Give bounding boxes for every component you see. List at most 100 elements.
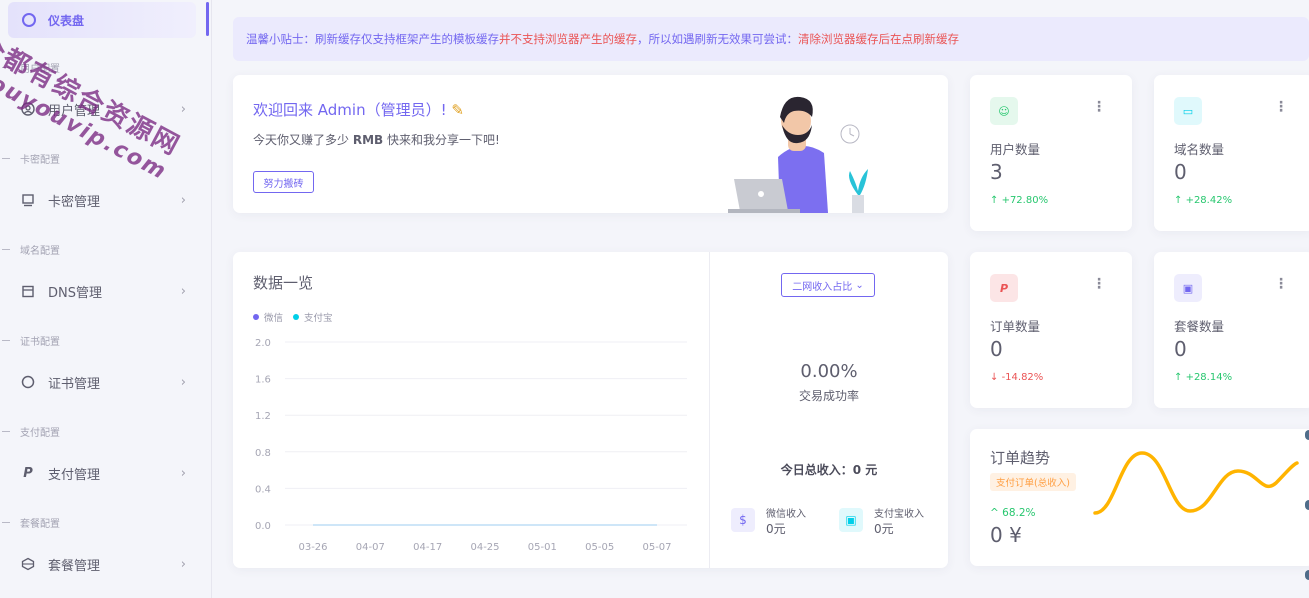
- x-tick-label: 04-17: [413, 542, 442, 553]
- home-icon: [22, 13, 36, 27]
- party-popper-icon: ✎: [451, 101, 464, 119]
- edge-indicator: [1305, 430, 1309, 440]
- section-cert-config: 证书配置: [0, 333, 60, 348]
- chevron-right-icon: ›: [180, 101, 186, 117]
- card-divider: [709, 252, 710, 568]
- x-tick-label: 04-25: [470, 542, 499, 553]
- wechat-income-value: 0元: [766, 522, 786, 536]
- income-ratio-dropdown[interactable]: 二网收入占比 ⌄: [781, 273, 875, 297]
- sidebar-item-dns-management[interactable]: DNS管理 ›: [20, 276, 190, 306]
- stat-card-users[interactable]: ☺ ⋮ 用户数量 3 ↑ +72.80%: [970, 75, 1132, 231]
- legend-label: 微信: [264, 313, 284, 324]
- alipay-income-value: 0元: [874, 522, 894, 536]
- developer-illustration: [728, 96, 868, 213]
- welcome-subtitle: 今天你又赚了多少 RMB 快来和我分享一下吧!: [253, 131, 500, 148]
- overview-title: 数据一览: [253, 274, 314, 292]
- trend-value: 0 ¥: [990, 523, 1022, 547]
- notice-text: 温馨小贴士：刷新缓存仅支持框架产生的模板缓存: [246, 32, 499, 46]
- trend-change-value: 68.2%: [1002, 507, 1036, 519]
- server-icon: ▭: [1174, 97, 1202, 125]
- stat-change: ↑ +28.42%: [1174, 195, 1233, 206]
- sidebar-item-cert-management[interactable]: 证书管理 ›: [20, 367, 190, 397]
- monitor-icon: [20, 192, 36, 208]
- stat-value: 3: [990, 160, 1003, 184]
- alipay-income: 支付宝收入 0元: [874, 508, 924, 536]
- sidebar-item-label: 套餐管理: [48, 558, 101, 574]
- package-icon: [20, 556, 36, 572]
- welcome-title: 欢迎回来 Admin（管理员）! ✎: [253, 99, 464, 120]
- stat-value: 0: [990, 337, 1003, 361]
- section-card-config: 卡密配置: [0, 151, 60, 166]
- chevron-right-icon: ›: [180, 374, 186, 390]
- sidebar-scrollbar[interactable]: [206, 2, 209, 36]
- x-tick-label: 04-07: [356, 542, 385, 553]
- stat-card-orders[interactable]: P ⋮ 订单数量 0 ↓ -14.82%: [970, 252, 1132, 408]
- wallet-icon: ▣: [1174, 274, 1202, 302]
- success-rate-value: 0.00%: [800, 361, 858, 382]
- x-tick-label: 03-26: [298, 542, 327, 553]
- income-line-chart: 2.0 1.6 1.2 0.8 0.4 0.0 03-26 04-07 04-17 04-25 05…: [255, 338, 687, 553]
- calendar-icon: [20, 283, 36, 299]
- more-vertical-icon[interactable]: ⋮: [1274, 276, 1288, 292]
- stat-label: 套餐数量: [1174, 319, 1225, 334]
- stat-value: 0: [1174, 337, 1187, 361]
- chevron-right-icon: ›: [180, 192, 186, 208]
- work-button[interactable]: 努力搬砖: [253, 171, 314, 193]
- section-plan-config: 套餐配置: [0, 515, 60, 530]
- stat-change: ↑ +72.80%: [990, 195, 1049, 206]
- sidebar-item-plan-management[interactable]: 套餐管理 ›: [20, 549, 190, 579]
- sidebar-item-label: 卡密管理: [48, 194, 101, 210]
- y-tick-label: 0.0: [255, 521, 271, 532]
- sidebar-item-label: 支付管理: [48, 467, 101, 483]
- order-trend-card: 订单趋势 支付订单(总收入) ^ 68.2% 0 ¥: [970, 429, 1309, 566]
- wechat-income-label: 微信收入: [766, 509, 806, 520]
- sidebar-item-pay-management[interactable]: P 支付管理 ›: [20, 458, 190, 488]
- user-icon: ☺: [990, 97, 1018, 125]
- section-label: 用户配置: [20, 64, 60, 75]
- sidebar-item-label: 用户管理: [48, 103, 101, 119]
- stat-change-value: +28.14%: [1185, 372, 1233, 383]
- y-tick-label: 1.6: [255, 375, 271, 386]
- success-rate-label: 交易成功率: [798, 389, 859, 403]
- more-vertical-icon[interactable]: ⋮: [1092, 99, 1106, 115]
- notice-highlight: 清除浏览器缓存后在点刷新缓存: [798, 32, 959, 46]
- more-vertical-icon[interactable]: ⋮: [1274, 99, 1288, 115]
- stat-change: ↓ -14.82%: [990, 372, 1044, 383]
- sidebar-item-label: 仪表盘: [48, 13, 85, 28]
- chevron-right-icon: ›: [180, 556, 186, 572]
- y-tick-label: 2.0: [255, 338, 271, 349]
- legend-item-alipay[interactable]: 支付宝: [293, 310, 333, 324]
- x-tick-label: 05-07: [642, 542, 671, 553]
- section-pay-config: 支付配置: [0, 424, 60, 439]
- stat-value: 0: [1174, 160, 1187, 184]
- alipay-income-label: 支付宝收入: [874, 509, 924, 520]
- trend-badge: 支付订单(总收入): [990, 473, 1076, 491]
- trend-change: ^ 68.2%: [990, 507, 1036, 519]
- stat-card-domains[interactable]: ▭ ⋮ 域名数量 0 ↑ +28.42%: [1154, 75, 1309, 231]
- dollar-icon: $: [731, 508, 755, 532]
- legend-label: 支付宝: [304, 313, 333, 324]
- tips-notice: 温馨小贴士：刷新缓存仅支持框架产生的模板缓存 并不支持浏览器产生的缓存 ，所以如遇刷…: [233, 17, 1309, 61]
- welcome-card: 欢迎回来 Admin（管理员）! ✎ 今天你又赚了多少 RMB 快来和我分享一下…: [233, 75, 948, 213]
- stat-card-plans[interactable]: ▣ ⋮ 套餐数量 0 ↑ +28.14%: [1154, 252, 1309, 408]
- legend-item-wechat[interactable]: 微信: [253, 310, 283, 324]
- stat-change-value: +72.80%: [1001, 195, 1049, 206]
- today-income: 今日总收入：0 元: [780, 463, 878, 477]
- section-label: 证书配置: [20, 337, 60, 348]
- x-tick-label: 05-05: [585, 542, 614, 553]
- section-label: 支付配置: [20, 428, 60, 439]
- trend-title: 订单趋势: [990, 449, 1051, 467]
- sidebar-item-dashboard[interactable]: 仪表盘: [8, 2, 196, 38]
- subtitle-bold: RMB: [352, 133, 384, 147]
- more-vertical-icon[interactable]: ⋮: [1092, 276, 1106, 292]
- circle-icon: [20, 374, 36, 390]
- y-tick-label: 0.4: [255, 484, 271, 495]
- edge-indicator: [1305, 570, 1309, 580]
- subtitle-text: 今天你又赚了多少: [253, 133, 353, 147]
- sidebar-item-card-management[interactable]: 卡密管理 ›: [20, 185, 190, 215]
- sidebar-item-user-management[interactable]: 用户管理 ›: [20, 94, 190, 124]
- stat-label: 订单数量: [990, 319, 1041, 334]
- stat-change: ↑ +28.14%: [1174, 372, 1233, 383]
- y-tick-label: 0.8: [255, 448, 271, 459]
- sidebar-item-label: 证书管理: [48, 376, 101, 392]
